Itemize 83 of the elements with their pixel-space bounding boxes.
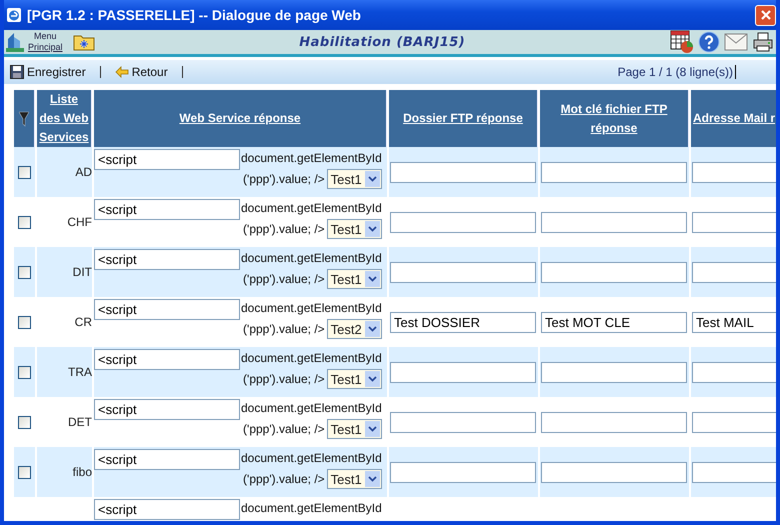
caret-icon[interactable] xyxy=(368,226,377,232)
ftp-keyword-field[interactable] xyxy=(541,212,687,232)
service-name: CR xyxy=(74,315,92,329)
script-field[interactable]: <script xyxy=(94,199,240,220)
close-button[interactable] xyxy=(755,4,776,26)
script-field[interactable]: <script xyxy=(94,249,240,270)
spreadsheet-chart-icon[interactable] xyxy=(670,30,694,54)
ftp-keyword-field[interactable] xyxy=(541,412,687,432)
pagination-text: Page 1 / 1 (8 ligne(s)) xyxy=(618,65,736,79)
code-text: ('ppp').value; /> xyxy=(243,171,325,188)
ftp-folder-field[interactable] xyxy=(390,412,536,432)
column-header-link[interactable]: Web Service réponse xyxy=(179,109,301,128)
row-checkbox[interactable] xyxy=(18,316,31,328)
service-name: DIT xyxy=(72,265,92,279)
code-text: ('ppp').value; /> xyxy=(243,371,325,388)
row-checkbox[interactable] xyxy=(18,166,31,178)
test-dropdown[interactable]: Test1 xyxy=(326,169,382,189)
page-heading: Habilitation (BARJ15) xyxy=(298,34,466,50)
ftp-folder-field[interactable] xyxy=(390,462,536,482)
code-text: ('ppp').value; /> xyxy=(243,321,325,338)
caret-icon[interactable] xyxy=(368,426,377,432)
row-checkbox[interactable] xyxy=(18,466,31,478)
ftp-folder-field[interactable] xyxy=(390,262,536,282)
test-dropdown[interactable]: Test1 xyxy=(326,269,382,289)
code-text: ('ppp').value; /> xyxy=(243,271,325,288)
row-checkbox[interactable] xyxy=(18,216,31,228)
caret-icon[interactable] xyxy=(368,476,377,482)
printer-icon[interactable] xyxy=(752,31,774,53)
caret-icon[interactable] xyxy=(368,326,377,332)
row-checkbox[interactable] xyxy=(18,266,31,278)
script-field[interactable]: <script xyxy=(94,349,240,370)
close-icon[interactable] xyxy=(760,9,772,21)
ftp-folder-field[interactable] xyxy=(390,162,536,182)
ftp-folder-field[interactable] xyxy=(390,212,536,232)
save-button[interactable]: Enregistrer xyxy=(8,65,88,79)
code-text: document.getElementById xyxy=(241,250,382,267)
caret-icon[interactable] xyxy=(368,376,377,382)
code-text: document.getElementById xyxy=(241,150,382,167)
test-dropdown[interactable]: Test1 xyxy=(326,419,382,439)
script-field[interactable]: <script xyxy=(94,399,240,420)
test-dropdown[interactable]: Test1 xyxy=(326,369,382,389)
code-text: document.getElementById xyxy=(241,200,382,217)
code-text: document.getElementById xyxy=(241,300,382,317)
filter-icon[interactable] xyxy=(19,110,29,126)
script-field[interactable]: <script xyxy=(94,149,240,170)
arrow-left-icon[interactable] xyxy=(114,66,129,78)
test-dropdown[interactable]: Test1 xyxy=(326,219,382,239)
ftp-keyword-field[interactable]: Test MOT CLE xyxy=(541,312,687,332)
service-name: CHF xyxy=(67,215,92,229)
script-field[interactable]: <script xyxy=(94,499,240,520)
code-text: document.getElementById xyxy=(241,400,382,417)
service-name: DET xyxy=(68,415,92,429)
back-button[interactable]: Retour xyxy=(112,65,170,79)
row-checkbox[interactable] xyxy=(18,416,31,428)
test-dropdown[interactable]: Test2 xyxy=(326,319,382,339)
code-text: ('ppp').value; /> xyxy=(243,471,325,488)
window-title: [PGR 1.2 : PASSERELLE] -- Dialogue de page Web xyxy=(27,7,362,23)
row-checkbox[interactable] xyxy=(18,366,31,378)
ftp-keyword-field[interactable] xyxy=(541,262,687,282)
caret-icon[interactable] xyxy=(368,276,377,282)
code-text: document.getElementById xyxy=(241,350,382,367)
ftp-folder-field[interactable]: Test DOSSIER xyxy=(390,312,536,332)
script-field[interactable]: <script xyxy=(94,449,240,470)
code-text: document.getElementById xyxy=(241,450,382,467)
help-icon[interactable] xyxy=(698,31,720,53)
caret-icon[interactable] xyxy=(368,176,377,182)
service-name: AD xyxy=(75,165,92,179)
code-text: document.getElementById xyxy=(241,500,382,517)
code-text: ('ppp').value; /> xyxy=(243,421,325,438)
service-name: TRA xyxy=(68,365,92,379)
ftp-keyword-field[interactable] xyxy=(541,162,687,182)
ftp-keyword-field[interactable] xyxy=(541,462,687,482)
service-name: fibo xyxy=(72,465,92,479)
email-field[interactable]: Test MAIL xyxy=(692,312,776,332)
code-text: ('ppp').value; /> xyxy=(243,221,325,238)
menu-principal-link[interactable]: Menu Principal xyxy=(28,31,63,53)
ftp-keyword-field[interactable] xyxy=(541,362,687,382)
ftp-folder-field[interactable] xyxy=(390,362,536,382)
browser-icon xyxy=(6,7,22,23)
folder-icon[interactable] xyxy=(72,33,95,51)
script-field[interactable]: <script xyxy=(94,299,240,320)
building-icon[interactable] xyxy=(6,31,24,53)
test-dropdown[interactable]: Test1 xyxy=(326,469,382,489)
